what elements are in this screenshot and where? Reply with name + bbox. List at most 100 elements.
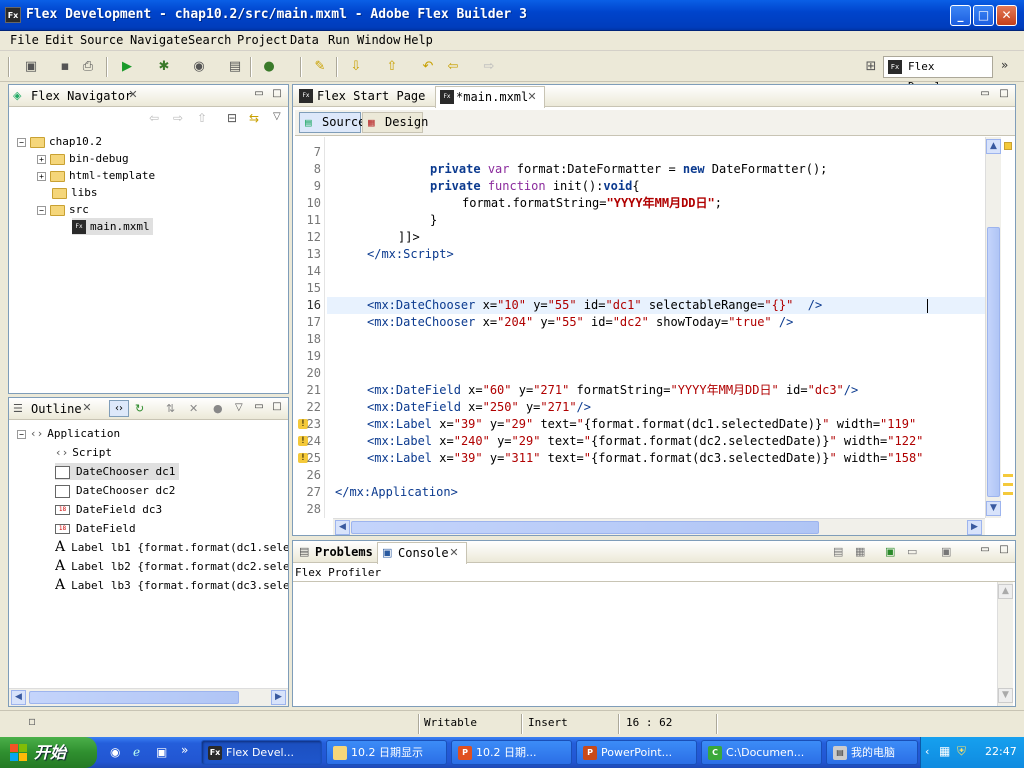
outline-tab[interactable]: Outline	[31, 402, 82, 416]
security-shield-icon[interactable]: ⛨	[957, 744, 966, 759]
tree-item-main-mxml[interactable]: Fx main.mxml	[72, 218, 153, 235]
tree-item-html-template[interactable]: + html-template	[37, 167, 155, 184]
expand-icon[interactable]: +	[37, 171, 46, 181]
outline-item-datefield-dc3[interactable]: 18 DateField dc3	[55, 501, 162, 518]
fast-view-icon[interactable]: ▫	[28, 714, 36, 728]
run-icon[interactable]: ▶	[118, 58, 136, 76]
task-powerpoint[interactable]: P PowerPoint...	[576, 740, 697, 765]
editor-horizontal-scrollbar[interactable]: ◀ ▶	[333, 518, 985, 535]
scroll-left-icon[interactable]: ◀	[335, 520, 350, 535]
menu-search[interactable]: Search	[188, 33, 231, 47]
tab-console[interactable]: ▣ Console ✕	[377, 542, 467, 564]
task-flex-builder[interactable]: Fx Flex Devel...	[201, 740, 322, 765]
scroll-right-icon[interactable]: ▶	[271, 690, 286, 705]
minimize-icon[interactable]: ▭	[253, 88, 265, 100]
scroll-left-icon[interactable]: ◀	[11, 690, 26, 705]
close-icon[interactable]: ✕	[81, 402, 93, 414]
task-folder[interactable]: 10.2 日期显示	[326, 740, 447, 765]
menu-data[interactable]: Data	[290, 33, 319, 47]
menu-help[interactable]: Help	[404, 33, 433, 47]
collapse-all-icon[interactable]: ⊟	[227, 111, 237, 125]
new-file-icon[interactable]: ▣	[22, 58, 40, 76]
task-document[interactable]: P 10.2 日期...	[451, 740, 572, 765]
close-button[interactable]: ✕	[996, 5, 1017, 26]
menu-window[interactable]: Window	[357, 33, 400, 47]
code-editor[interactable]: 7 8 private var format:DateFormatter = ne…	[295, 137, 985, 518]
scroll-up-icon[interactable]: ▲	[998, 584, 1013, 599]
start-button[interactable]: 开始	[0, 737, 97, 768]
warning-marker[interactable]	[1003, 492, 1013, 495]
outline-item-label-lb2[interactable]: A Label lb2 {format.format(dc2.selectedDa…	[55, 558, 288, 575]
ie-icon[interactable]: ℯ	[133, 745, 140, 759]
outline-item-label-lb3[interactable]: A Label lb3 {format.format(dc3.selectedDa…	[55, 577, 288, 594]
maximize-button[interactable]: □	[973, 5, 994, 26]
source-mode-button[interactable]: ▤ Source	[299, 112, 365, 133]
tab-main-mxml[interactable]: Fx *main.mxml ✕	[435, 86, 545, 108]
outline-item-datechooser-dc2[interactable]: DateChooser dc2	[55, 482, 175, 499]
outline-item-datechooser-dc1[interactable]: DateChooser dc1	[55, 463, 180, 480]
tree-item-src[interactable]: − src	[37, 201, 89, 218]
scroll-thumb[interactable]	[987, 227, 1000, 497]
show-hidden-icons-icon[interactable]: ‹	[925, 745, 929, 758]
close-icon[interactable]: ✕	[127, 89, 139, 101]
minimize-icon[interactable]: ▭	[253, 401, 265, 413]
network-icon[interactable]: ▦	[939, 744, 950, 758]
pen-icon[interactable]: ✎	[311, 58, 329, 76]
minimize-icon[interactable]: ▭	[979, 544, 991, 556]
pin-console-icon[interactable]: ▣	[885, 545, 895, 558]
task-my-computer[interactable]: ▤ 我的电脑	[826, 740, 918, 765]
warning-marker[interactable]	[1003, 474, 1013, 477]
close-icon[interactable]: ✕	[448, 547, 460, 559]
forward-icon[interactable]: ⇨	[480, 58, 498, 76]
scroll-right-icon[interactable]: ▶	[967, 520, 982, 535]
outline-item-datefield[interactable]: 18 DateField	[55, 520, 136, 537]
view-menu-icon[interactable]: ▽	[235, 402, 243, 413]
link-editor-icon[interactable]: ⇆	[249, 111, 259, 125]
menu-edit[interactable]: Edit	[45, 33, 74, 47]
profile-icon[interactable]: ◉	[190, 58, 208, 76]
menu-navigate[interactable]: Navigate	[130, 33, 188, 47]
more-perspectives-icon[interactable]: »	[1001, 58, 1008, 72]
display-console-icon[interactable]: ▭	[907, 545, 917, 558]
menu-project[interactable]: Project	[237, 33, 288, 47]
collapse-icon[interactable]: −	[37, 205, 46, 215]
menu-source[interactable]: Source	[80, 33, 123, 47]
sort-icon[interactable]: ⇅	[166, 402, 175, 415]
warning-marker[interactable]	[1003, 483, 1013, 486]
open-perspective-icon[interactable]: ⊞	[862, 58, 880, 76]
maximize-icon[interactable]: □	[998, 88, 1010, 100]
collapse-icon[interactable]: −	[17, 429, 26, 439]
debug-icon[interactable]: ✱	[155, 58, 173, 76]
expand-icon[interactable]: +	[37, 154, 46, 164]
outline-item-script[interactable]: ‹› Script	[55, 444, 112, 461]
back-icon[interactable]: ⇦	[149, 111, 159, 125]
minimize-button[interactable]: _	[950, 5, 971, 26]
scroll-down-icon[interactable]: ▼	[998, 688, 1013, 703]
up-icon[interactable]: ⇧	[197, 111, 207, 125]
next-annotation-icon[interactable]: ⇩	[347, 58, 365, 76]
desktop-icon[interactable]: ▣	[156, 745, 167, 759]
clear-console-icon[interactable]: ▤	[833, 545, 843, 558]
back-icon[interactable]: ⇦	[444, 58, 462, 76]
overview-warning-icon[interactable]	[1004, 142, 1012, 150]
design-mode-button[interactable]: ▦ Design	[362, 112, 428, 133]
refresh-icon[interactable]: ↻	[135, 402, 144, 415]
maximize-icon[interactable]: □	[998, 544, 1010, 556]
tab-flex-start-page[interactable]: Fx Flex Start Page	[295, 86, 429, 107]
save-icon[interactable]: ▪	[56, 58, 74, 76]
quicklaunch-icon[interactable]: ◉	[110, 745, 120, 759]
maximize-icon[interactable]: □	[271, 88, 283, 100]
prev-annotation-icon[interactable]: ⇧	[383, 58, 401, 76]
collapse-icon[interactable]: −	[17, 137, 26, 147]
maximize-icon[interactable]: □	[271, 401, 283, 413]
tree-item-bin-debug[interactable]: + bin-debug	[37, 150, 129, 167]
minimize-icon[interactable]: ▭	[979, 88, 991, 100]
print-icon[interactable]: ⎙	[79, 58, 97, 76]
show-tags-icon[interactable]: ‹›	[109, 400, 129, 417]
export-icon[interactable]: ▤	[226, 58, 244, 76]
scroll-thumb[interactable]	[351, 521, 819, 534]
scroll-thumb[interactable]	[29, 691, 239, 704]
clock[interactable]: 22:47	[985, 745, 1017, 758]
scroll-down-icon[interactable]: ▼	[986, 501, 1001, 516]
scroll-up-icon[interactable]: ▲	[986, 139, 1001, 154]
